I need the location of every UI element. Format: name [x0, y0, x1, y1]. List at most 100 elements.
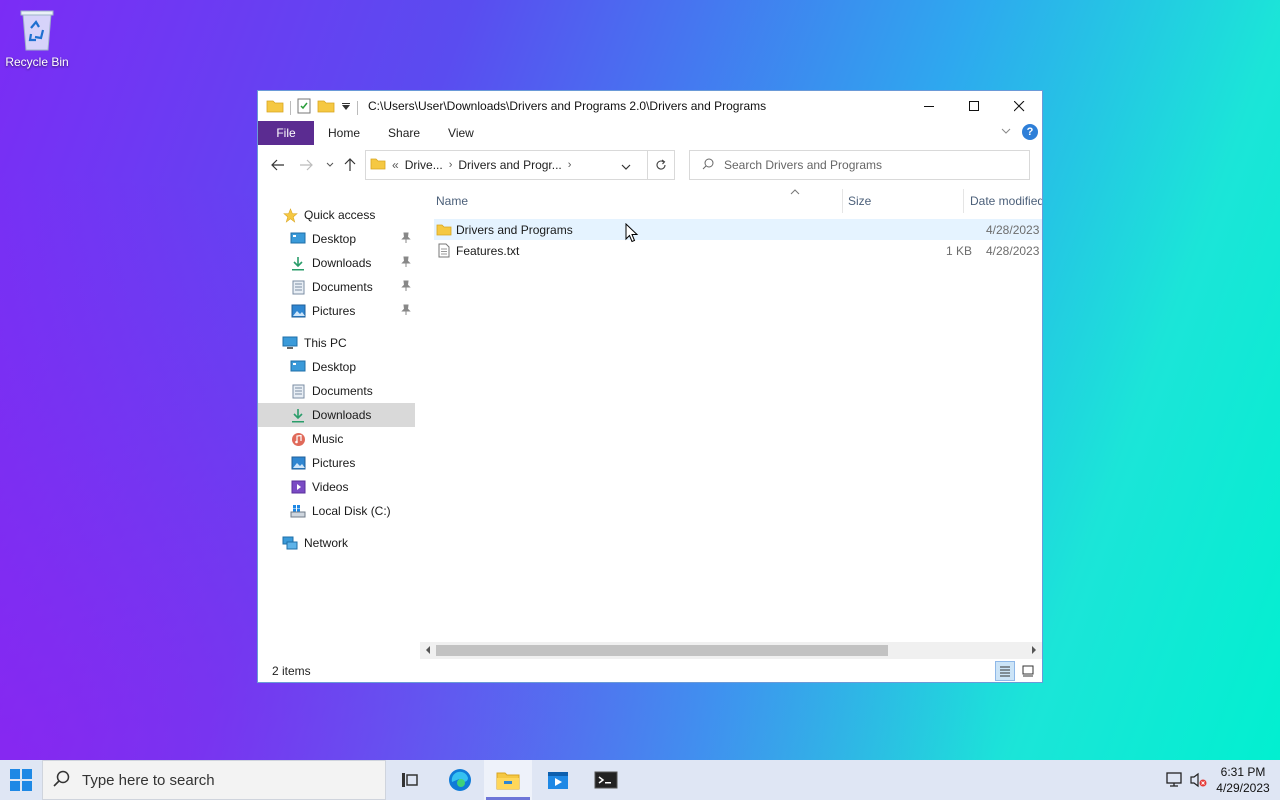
file-date: 4/28/2023 2:56 PM	[986, 243, 1042, 258]
customize-toolbar-icon[interactable]	[341, 101, 351, 115]
nav-quick-documents[interactable]: Documents	[258, 275, 415, 299]
clock-date: 4/29/2023	[1216, 781, 1270, 795]
nav-quick-pictures[interactable]: Pictures	[258, 299, 415, 323]
close-button[interactable]	[997, 91, 1042, 121]
refresh-icon	[656, 159, 666, 170]
search-icon	[702, 158, 714, 173]
pictures-icon	[290, 303, 306, 319]
nav-quick-access[interactable]: Quick access	[258, 203, 415, 227]
breadcrumb-overflow[interactable]: «	[392, 158, 399, 172]
file-list: Name Size Date modified Drivers and Prog…	[418, 187, 1042, 643]
start-button[interactable]	[0, 760, 42, 800]
tab-file[interactable]: File	[258, 121, 314, 145]
nav-this-pc[interactable]: This PC	[258, 331, 415, 355]
file-row-text[interactable]: Features.txt 1 KB 4/28/2023 2:56 PM	[434, 240, 1042, 261]
breadcrumb-chevron-icon[interactable]: ›	[568, 159, 572, 171]
search-box[interactable]	[689, 150, 1030, 180]
recent-locations-button[interactable]	[320, 155, 340, 175]
title-bar[interactable]: C:\Users\User\Downloads\Drivers and Prog…	[258, 91, 1042, 121]
scroll-left-icon[interactable]	[421, 643, 435, 657]
forward-button[interactable]	[296, 155, 316, 175]
mouse-cursor-icon	[625, 222, 639, 246]
windows-logo-icon	[10, 769, 32, 791]
media-player-icon	[548, 772, 568, 789]
pin-icon[interactable]	[401, 280, 411, 295]
large-icons-view-button[interactable]	[1018, 661, 1038, 681]
file-name: Features.txt	[456, 243, 520, 258]
back-button[interactable]	[268, 155, 288, 175]
minimize-icon	[924, 105, 934, 107]
up-button[interactable]	[340, 155, 360, 175]
address-dropdown-icon[interactable]	[621, 160, 631, 174]
file-row-folder[interactable]: Drivers and Programs 4/28/2023 2:53 PM	[434, 219, 1042, 240]
task-view-button[interactable]	[386, 760, 434, 800]
breadcrumb-chevron-icon[interactable]: ›	[449, 159, 453, 171]
tab-share[interactable]: Share	[374, 121, 434, 145]
scrollbar-thumb[interactable]	[436, 645, 888, 656]
properties-icon[interactable]	[297, 98, 311, 117]
nav-pc-videos[interactable]: Videos	[258, 475, 415, 499]
back-arrow-icon	[271, 159, 284, 171]
nav-pc-documents[interactable]: Documents	[258, 379, 415, 403]
document-icon	[290, 383, 306, 399]
star-icon	[282, 207, 298, 223]
scroll-right-icon[interactable]	[1027, 643, 1041, 657]
item-count: 2 items	[272, 664, 311, 678]
download-icon	[290, 255, 306, 271]
new-folder-icon[interactable]	[317, 99, 335, 116]
refresh-button[interactable]	[647, 150, 675, 180]
volume-muted-icon[interactable]	[1187, 760, 1209, 800]
nav-pc-downloads[interactable]: Downloads	[258, 403, 415, 427]
taskbar-search-input[interactable]	[82, 771, 362, 789]
toolbar-divider	[357, 100, 358, 115]
minimize-button[interactable]	[907, 91, 952, 121]
toolbar-divider	[290, 100, 291, 115]
search-input[interactable]	[724, 158, 1014, 172]
column-header-date[interactable]: Date modified	[952, 187, 1042, 215]
taskbar-media-player-button[interactable]	[534, 760, 582, 800]
pin-icon[interactable]	[401, 232, 411, 247]
large-icons-view-icon	[1022, 665, 1034, 677]
help-icon[interactable]: ?	[1022, 124, 1038, 140]
nav-pc-local-disk[interactable]: Local Disk (C:)	[258, 499, 415, 523]
desktop-icon-recycle-bin[interactable]: Recycle Bin	[4, 8, 70, 69]
nav-label: Quick access	[304, 208, 376, 222]
nav-pc-desktop[interactable]: Desktop	[258, 355, 415, 379]
text-file-icon	[436, 243, 452, 259]
column-header-size[interactable]: Size	[830, 187, 952, 215]
nav-network[interactable]: Network	[258, 531, 415, 555]
file-date: 4/28/2023 2:53 PM	[986, 222, 1042, 237]
file-name: Drivers and Programs	[456, 222, 573, 237]
details-view-button[interactable]	[995, 661, 1015, 681]
pin-icon[interactable]	[401, 256, 411, 271]
maximize-button[interactable]	[952, 91, 997, 121]
tab-view[interactable]: View	[434, 121, 488, 145]
nav-pc-pictures[interactable]: Pictures	[258, 451, 415, 475]
network-tray-icon[interactable]	[1163, 760, 1185, 800]
horizontal-scrollbar[interactable]	[420, 642, 1042, 659]
taskbar-search[interactable]	[42, 760, 386, 800]
address-bar[interactable]: « Drive... › Drivers and Progr... ›	[365, 150, 675, 180]
taskbar-terminal-button[interactable]	[582, 760, 630, 800]
breadcrumb-item[interactable]: Drive...	[405, 158, 443, 172]
taskbar-file-explorer-button[interactable]	[484, 760, 532, 800]
drive-icon	[290, 503, 306, 519]
nav-quick-desktop[interactable]: Desktop	[258, 227, 415, 251]
videos-icon	[290, 479, 306, 495]
taskbar-edge-button[interactable]	[436, 760, 484, 800]
nav-pc-music[interactable]: Music	[258, 427, 415, 451]
nav-label: Local Disk (C:)	[312, 504, 391, 518]
system-clock[interactable]: 6:31 PM 4/29/2023	[1210, 764, 1276, 796]
expand-ribbon-icon[interactable]	[1000, 125, 1012, 140]
pin-icon[interactable]	[401, 304, 411, 319]
nav-quick-downloads[interactable]: Downloads	[258, 251, 415, 275]
breadcrumb-item[interactable]: Drivers and Progr...	[458, 158, 561, 172]
close-icon	[1014, 100, 1025, 111]
nav-label: Pictures	[312, 304, 356, 318]
pictures-icon	[290, 455, 306, 471]
column-header-name[interactable]: Name	[418, 187, 842, 215]
tab-home[interactable]: Home	[314, 121, 374, 145]
window-title: C:\Users\User\Downloads\Drivers and Prog…	[368, 99, 767, 113]
nav-label: Desktop	[312, 360, 357, 374]
navigation-pane: Quick access Desktop Downloads Documents…	[258, 203, 416, 643]
